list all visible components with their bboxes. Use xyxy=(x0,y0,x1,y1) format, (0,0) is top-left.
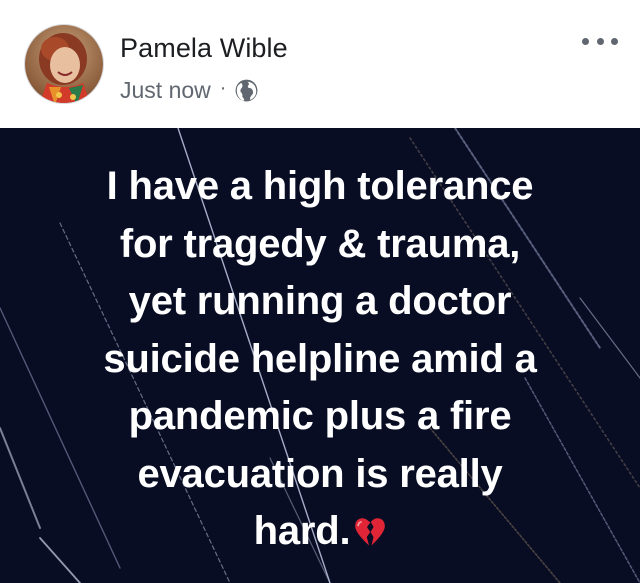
post-header: Pamela Wible Just now · xyxy=(0,0,640,128)
post-meta: Just now · xyxy=(120,74,259,106)
meta-separator: · xyxy=(219,76,227,99)
author-name[interactable]: Pamela Wible xyxy=(120,31,288,65)
avatar-photo xyxy=(25,25,103,103)
status-background[interactable]: I have a high tolerance for tragedy & tr… xyxy=(0,128,640,583)
post-timestamp[interactable]: Just now xyxy=(120,77,211,104)
more-dot xyxy=(596,37,604,45)
more-options-icon[interactable] xyxy=(582,33,618,49)
status-text: I have a high tolerance for tragedy & tr… xyxy=(20,158,620,561)
more-dot xyxy=(611,37,618,45)
globe-icon[interactable] xyxy=(234,78,259,103)
broken-heart-icon xyxy=(354,506,386,546)
author-avatar[interactable] xyxy=(24,24,104,104)
facebook-post: Pamela Wible Just now · I have a high to… xyxy=(0,0,640,583)
more-dot xyxy=(582,37,589,45)
status-message: I have a high tolerance for tragedy & tr… xyxy=(103,164,537,553)
